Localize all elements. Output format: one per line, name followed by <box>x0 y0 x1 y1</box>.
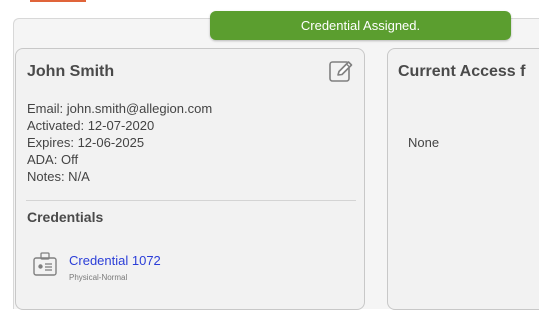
top-accent-bar <box>30 0 86 2</box>
user-activated: Activated: 12-07-2020 <box>27 118 155 133</box>
access-empty-text: None <box>408 135 440 150</box>
badge-icon <box>33 252 57 276</box>
credential-item[interactable]: Credential 1072 Physical-Normal <box>30 248 230 288</box>
user-ada: ADA: Off <box>27 152 79 167</box>
user-details: Email: john.smith@allegion.com Activated… <box>27 100 212 185</box>
section-divider <box>26 200 356 201</box>
edit-icon <box>329 61 353 82</box>
credential-link[interactable]: Credential 1072 <box>69 253 161 268</box>
user-expires: Expires: 12-06-2025 <box>27 135 145 150</box>
current-access-card: Current Access f None <box>387 48 539 310</box>
toast-message: Credential Assigned. <box>300 18 421 33</box>
user-email: Email: john.smith@allegion.com <box>27 101 213 116</box>
user-name: John Smith <box>27 63 115 80</box>
user-details-card: John Smith Email: john.smith@allegion.co… <box>15 48 365 310</box>
access-title: Current Access f <box>398 63 526 80</box>
credentials-heading: Credentials <box>27 209 104 225</box>
user-notes: Notes: N/A <box>27 169 90 184</box>
credential-type: Physical-Normal <box>69 273 128 282</box>
edit-button[interactable] <box>328 59 354 83</box>
toast-notification: Credential Assigned. <box>210 11 511 40</box>
